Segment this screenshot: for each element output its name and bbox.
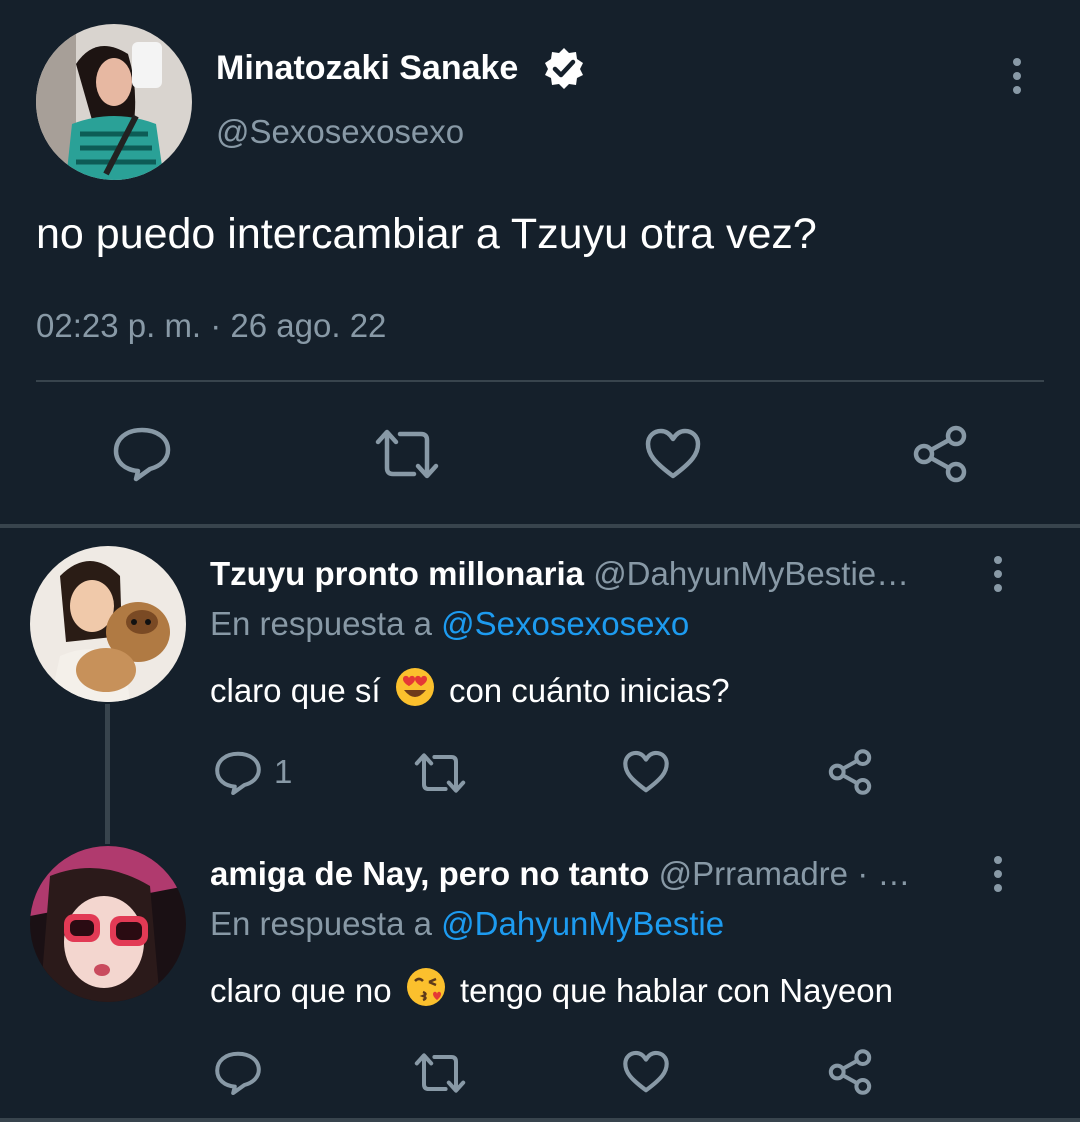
thread-line <box>105 704 110 844</box>
heart-eyes-emoji-icon <box>394 666 436 718</box>
kiss-emoji-icon <box>405 966 447 1018</box>
reply-text-after: tengo que hablar con Nayeon <box>459 972 893 1009</box>
reply-prefix: En respuesta a <box>210 905 432 942</box>
reply-avatar[interactable] <box>30 846 186 1002</box>
share-icon[interactable] <box>910 424 970 484</box>
bottom-divider <box>0 1118 1080 1122</box>
retweet-icon[interactable] <box>412 1052 468 1094</box>
reply-header: amiga de Nay, pero no tanto @Prramadre ·… <box>210 854 910 894</box>
reply-text-before: claro que sí <box>210 672 381 709</box>
main-tweet-text: no puedo intercambiar a Tzuyu otra vez? <box>36 210 817 258</box>
share-icon[interactable] <box>826 748 874 796</box>
main-handle[interactable]: @Sexosexosexo <box>216 112 464 152</box>
reply-handle[interactable]: @DahyunMyBestie… <box>593 555 909 592</box>
reply-context: En respuesta a @Sexosexosexo <box>210 604 689 644</box>
main-display-name[interactable]: Minatozaki Sanake <box>216 48 518 88</box>
like-icon[interactable] <box>622 1050 670 1094</box>
like-icon[interactable] <box>622 750 670 794</box>
reply-text: claro que no tengo que hablar con Nayeon <box>210 966 893 1018</box>
more-options-icon[interactable] <box>992 556 1004 592</box>
reply-to-link[interactable]: @Sexosexosexo <box>441 605 689 642</box>
reply-to-link[interactable]: @DahyunMyBestie <box>441 905 724 942</box>
more-options-icon[interactable] <box>1011 58 1023 94</box>
reply-header: Tzuyu pronto millonaria @DahyunMyBestie… <box>210 554 909 594</box>
main-avatar[interactable] <box>36 24 192 180</box>
reply-display-name[interactable]: amiga de Nay, pero no tanto <box>210 855 649 892</box>
reply-text: claro que sí con cuánto inicias? <box>210 666 730 718</box>
reply-display-name[interactable]: Tzuyu pronto millonaria <box>210 555 584 592</box>
section-divider <box>0 524 1080 528</box>
reply-text-after: con cuánto inicias? <box>448 672 730 709</box>
reply-count: 1 <box>274 753 293 790</box>
reply-avatar[interactable] <box>30 546 186 702</box>
like-icon[interactable] <box>644 428 702 480</box>
reply-context: En respuesta a @DahyunMyBestie <box>210 904 724 944</box>
retweet-icon[interactable] <box>372 428 442 480</box>
retweet-icon[interactable] <box>412 752 468 794</box>
reply-handle[interactable]: @Prramadre · … <box>659 855 911 892</box>
reply-icon[interactable] <box>214 750 262 796</box>
reply-prefix: En respuesta a <box>210 605 432 642</box>
share-icon[interactable] <box>826 1048 874 1096</box>
more-options-icon[interactable] <box>992 856 1004 892</box>
verified-badge-icon <box>542 46 586 90</box>
tweet-timestamp: 02:23 p. m. · 26 ago. 22 <box>36 307 387 344</box>
divider <box>36 380 1044 382</box>
reply-icon[interactable] <box>214 1050 262 1096</box>
reply-icon[interactable] <box>112 426 172 482</box>
reply-text-before: claro que no <box>210 972 392 1009</box>
